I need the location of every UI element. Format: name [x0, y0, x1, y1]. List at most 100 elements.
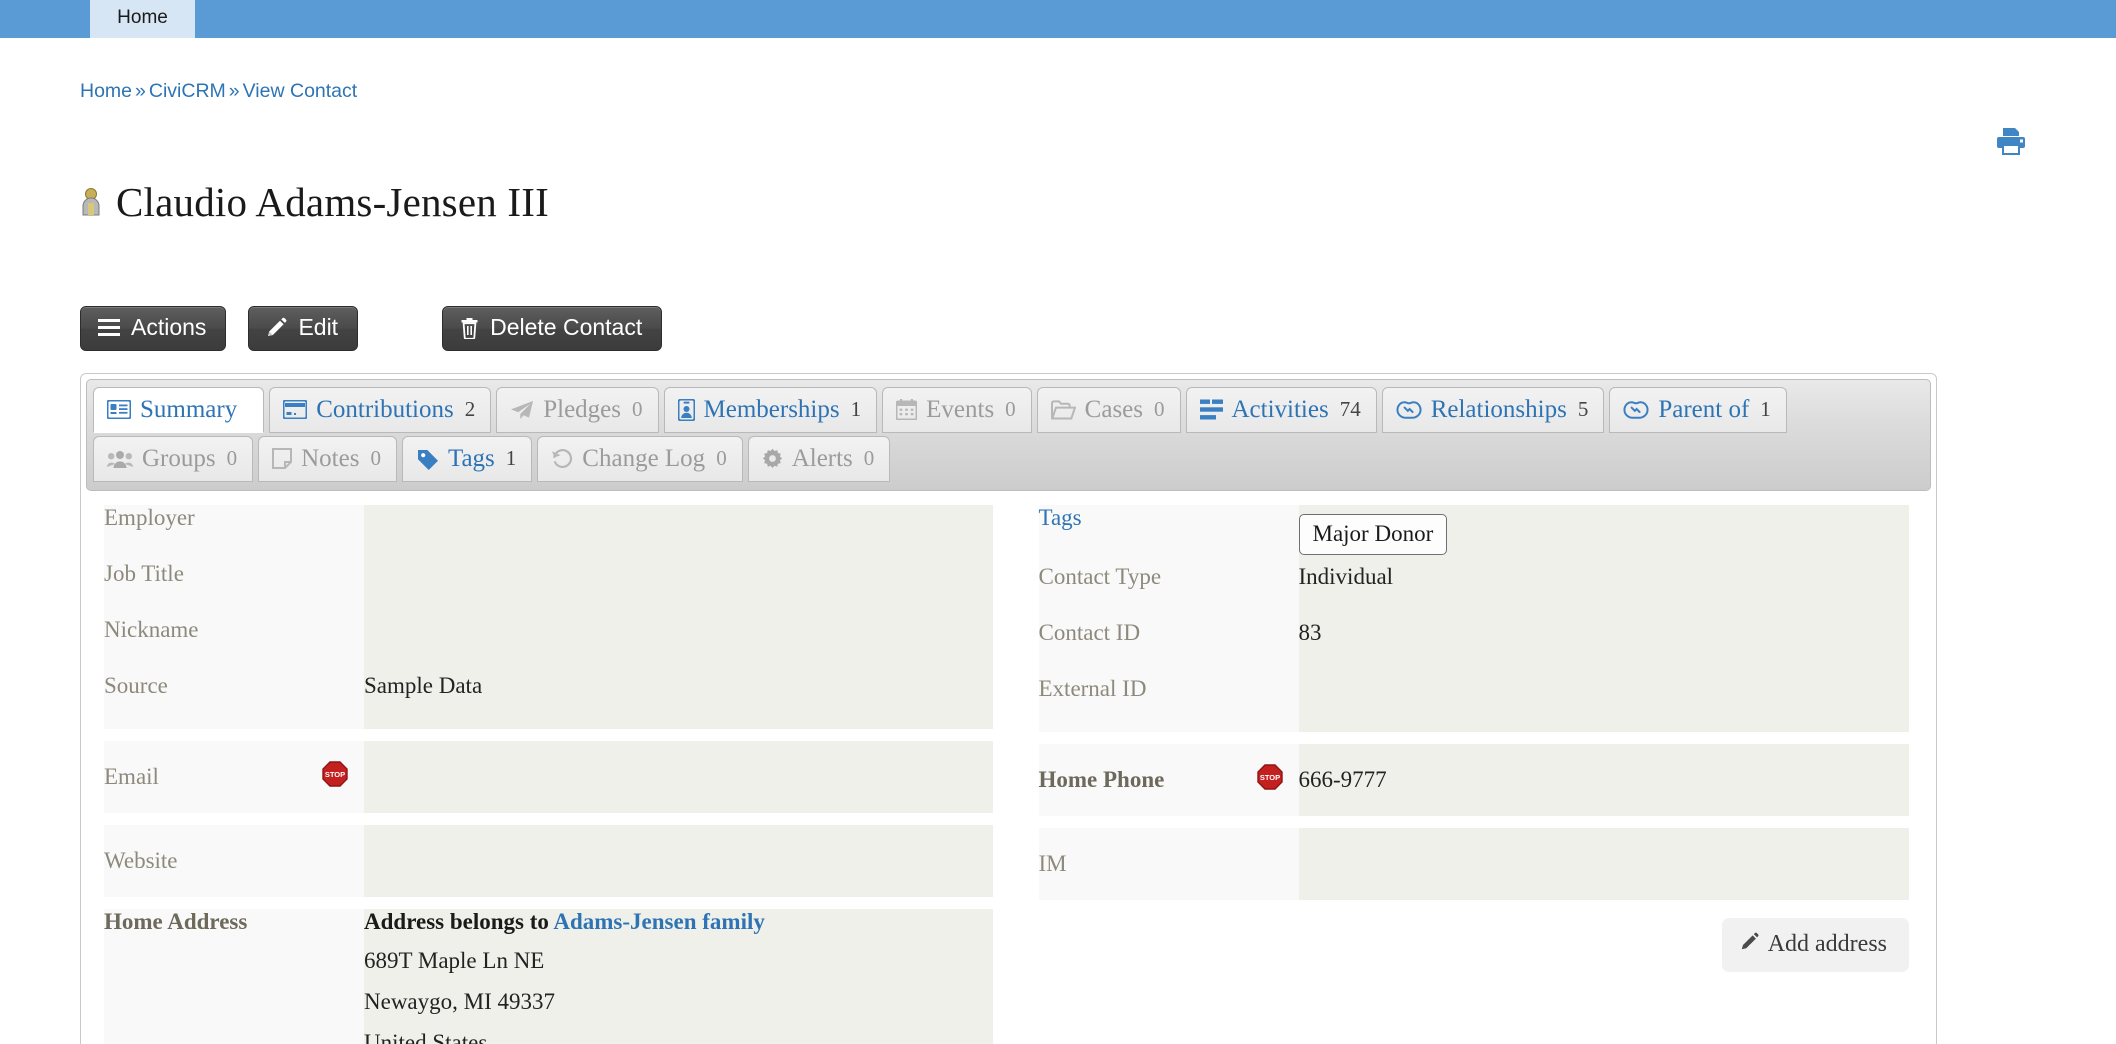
row-spacer	[1038, 900, 1909, 912]
table-row: Email STOP	[104, 741, 993, 813]
tab-alerts-label: Alerts	[791, 445, 853, 472]
website-label: Website	[104, 825, 364, 897]
table-row: External ID	[1038, 676, 1909, 732]
email-value	[364, 741, 993, 813]
source-label: Source	[104, 673, 364, 729]
handshake-icon-2	[1623, 400, 1649, 420]
top-toolbar: Home	[0, 0, 2116, 38]
address-belongs-to-link[interactable]: Adams-Jensen family	[553, 909, 764, 934]
breadcrumb-item-view-contact[interactable]: View Contact	[243, 80, 358, 102]
home-phone-label: Home Phone	[1038, 767, 1165, 792]
edit-button[interactable]: Edit	[248, 306, 359, 351]
address-line-2: Newaygo, MI 49337	[364, 989, 555, 1014]
page-title: Claudio Adams-Jensen III	[80, 178, 549, 226]
table-row: Contact Type Individual	[1038, 564, 1909, 620]
tags-label[interactable]: Tags	[1039, 505, 1082, 530]
contact-name: Claudio Adams-Jensen III	[116, 179, 549, 225]
individual-contact-icon	[80, 187, 102, 217]
tab-parent-of[interactable]: Parent of 1	[1609, 387, 1787, 433]
tab-cases[interactable]: Cases 0	[1036, 387, 1181, 433]
tab-summary-label: Summary	[140, 396, 238, 423]
folder-open-icon	[1050, 399, 1076, 420]
tab-contributions-label: Contributions	[316, 396, 454, 423]
tab-contributions-count: 2	[464, 397, 476, 421]
tab-memberships-label: Memberships	[703, 396, 840, 423]
add-address-button[interactable]: Add address	[1721, 918, 1909, 972]
table-row: Website	[104, 825, 993, 897]
id-badge-icon	[677, 398, 695, 421]
table-row: IM	[1038, 828, 1909, 900]
delete-contact-button[interactable]: Delete Contact	[442, 306, 663, 351]
topbar-tab-home[interactable]: Home	[90, 0, 195, 38]
email-label-cell: Email STOP	[104, 741, 364, 813]
summary-left-column: Employer Job Title Nickname Source Sampl…	[92, 505, 1009, 1044]
tab-groups-label: Groups	[142, 445, 216, 472]
tab-memberships[interactable]: Memberships 1	[663, 387, 878, 433]
svg-text:STOP: STOP	[325, 770, 345, 779]
tab-events-label: Events	[926, 396, 995, 423]
contact-summary: Employer Job Title Nickname Source Sampl…	[86, 491, 1931, 1044]
tab-activities-label: Activities	[1231, 396, 1329, 423]
row-spacer	[104, 897, 993, 909]
tab-notes-label: Notes	[301, 445, 360, 472]
tab-events[interactable]: Events 0	[882, 387, 1032, 433]
tab-alerts-count: 0	[863, 446, 875, 470]
gear-icon	[762, 448, 783, 469]
tab-pledges[interactable]: Pledges 0	[496, 387, 659, 433]
svg-text:STOP: STOP	[1259, 773, 1279, 782]
table-row: Contact ID 83	[1038, 620, 1909, 676]
tab-groups-count: 0	[226, 446, 238, 470]
tab-activities-count: 74	[1339, 397, 1361, 421]
breadcrumb-item-civicrm[interactable]: CiviCRM	[149, 80, 226, 102]
tab-change-log[interactable]: Change Log 0	[537, 436, 743, 482]
table-row: Nickname	[104, 617, 993, 673]
tab-contributions[interactable]: Contributions 2	[269, 387, 492, 433]
breadcrumb-separator-2: »	[228, 80, 240, 102]
source-value: Sample Data	[364, 673, 993, 729]
tab-tags[interactable]: Tags 1	[401, 436, 533, 482]
table-row: Home Phone STOP 666-9777	[1038, 744, 1909, 816]
job-title-label: Job Title	[104, 561, 364, 617]
handshake-icon	[1396, 400, 1422, 420]
breadcrumb-item-home[interactable]: Home	[80, 80, 132, 102]
credit-card-icon	[283, 400, 308, 419]
users-icon	[107, 449, 133, 469]
row-spacer	[104, 729, 993, 741]
contact-id-label: Contact ID	[1038, 620, 1299, 676]
tab-relationships-count: 5	[1577, 397, 1589, 421]
tab-activities[interactable]: Activities 74	[1185, 387, 1377, 433]
paper-plane-icon	[510, 400, 534, 420]
summary-right-column: Tags Major Donor Contact Type Individual…	[1009, 505, 1926, 1044]
tab-cases-count: 0	[1154, 397, 1165, 421]
im-label: IM	[1038, 828, 1299, 900]
tags-value: Major Donor	[1298, 505, 1909, 564]
tab-parent-of-label: Parent of	[1658, 396, 1750, 423]
contact-type-label: Contact Type	[1038, 564, 1299, 620]
printer-icon[interactable]	[1994, 126, 2028, 156]
table-row: Tags Major Donor	[1038, 505, 1909, 564]
actions-button[interactable]: Actions	[80, 306, 227, 351]
sticky-note-icon	[272, 448, 293, 469]
table-row: Source Sample Data	[104, 673, 993, 729]
row-spacer	[1038, 732, 1909, 744]
home-address-value: Address belongs to Adams-Jensen family 6…	[364, 909, 993, 1044]
contact-tabs-panel: Summary Contributions 2 Pledges 0 Member…	[80, 373, 1937, 1044]
im-value	[1298, 828, 1909, 900]
tab-alerts[interactable]: Alerts 0	[747, 436, 891, 482]
tab-parent-of-count: 1	[1760, 397, 1771, 421]
tab-groups[interactable]: Groups 0	[93, 436, 254, 482]
tab-summary[interactable]: Summary	[93, 387, 265, 433]
email-label: Email	[104, 764, 159, 789]
topbar-tab-home-label: Home	[117, 7, 168, 28]
employer-label: Employer	[104, 505, 364, 561]
tab-pledges-count: 0	[632, 397, 643, 421]
job-title-value	[364, 561, 993, 617]
address-belongs-prefix: Address belongs to	[364, 909, 549, 934]
tab-relationships[interactable]: Relationships 5	[1381, 387, 1605, 433]
website-value	[364, 825, 993, 897]
tab-notes[interactable]: Notes 0	[258, 436, 397, 482]
edit-button-label: Edit	[298, 314, 339, 340]
address-line-3: United States	[364, 1030, 488, 1044]
row-spacer	[1038, 816, 1909, 828]
do-not-phone-stop-icon: STOP	[1256, 764, 1283, 796]
